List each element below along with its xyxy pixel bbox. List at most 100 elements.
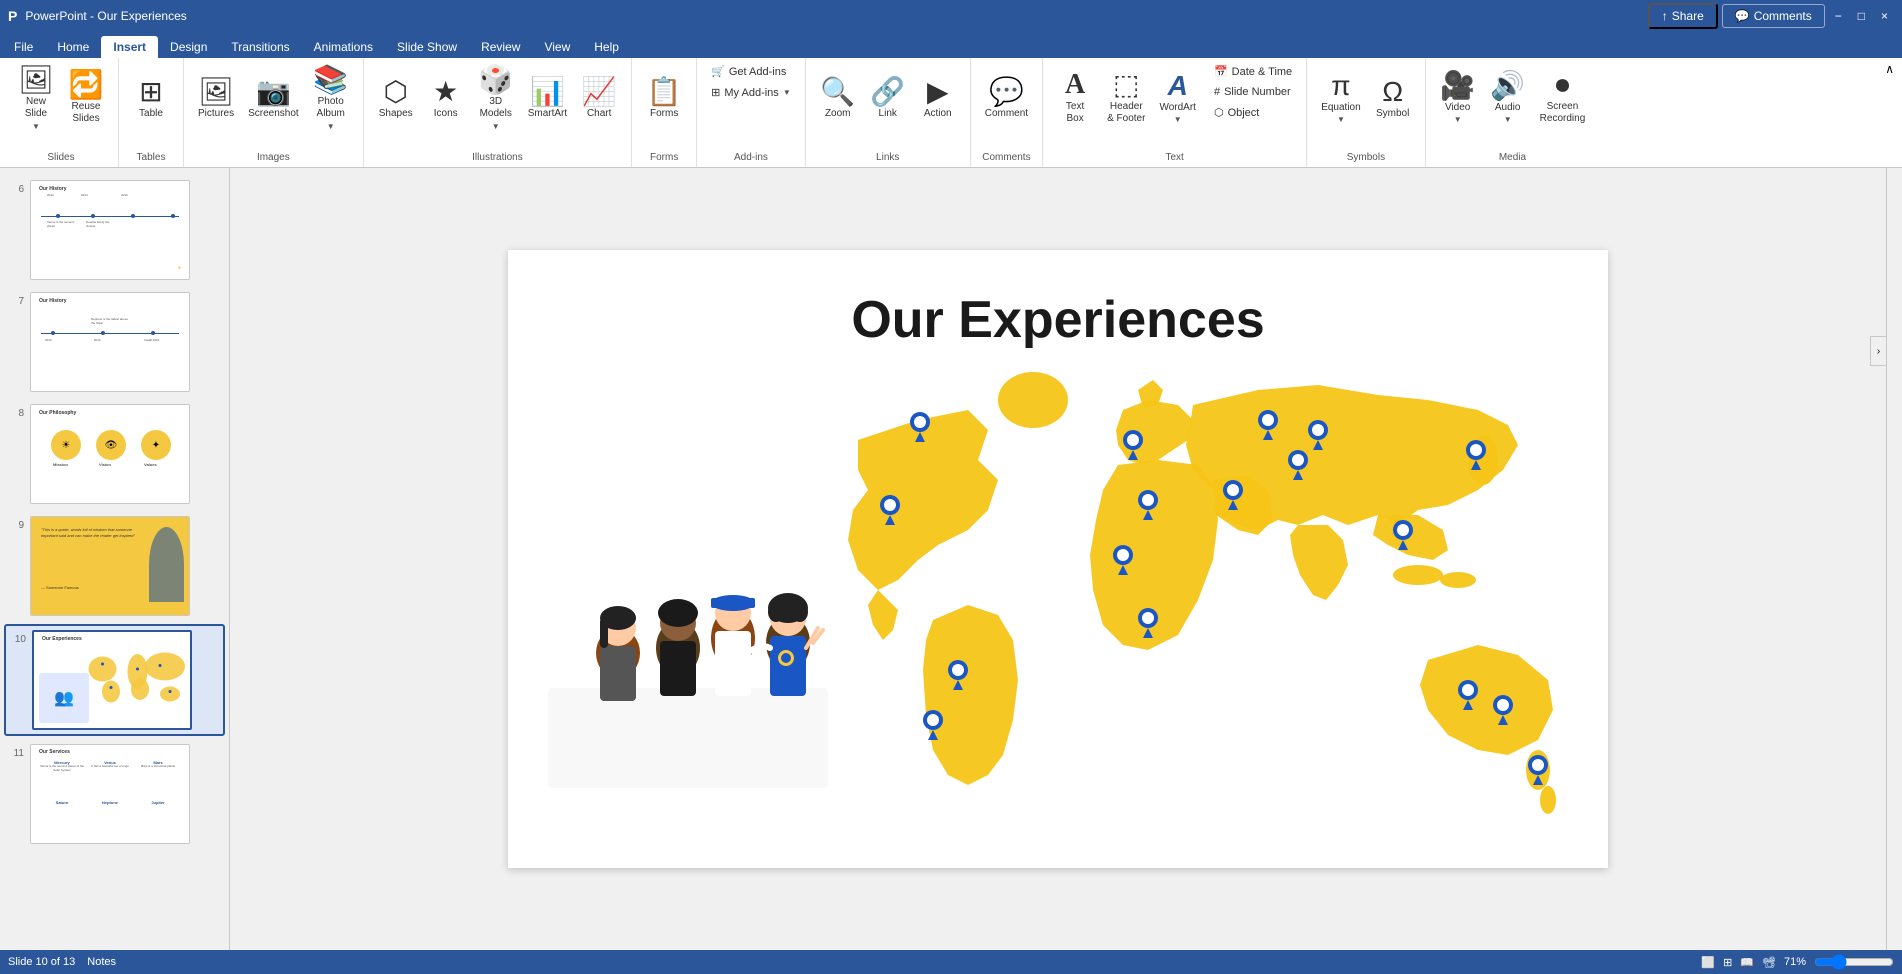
tab-help[interactable]: Help	[582, 36, 631, 58]
forms-button[interactable]: 📋 Forms	[640, 62, 688, 134]
reuse-slides-button[interactable]: 🔁 ReuseSlides	[62, 62, 110, 134]
tables-group-label: Tables	[137, 152, 166, 163]
object-icon: ⬡	[1214, 106, 1224, 119]
close-btn[interactable]: ×	[1875, 9, 1894, 23]
zoom-level: 71%	[1784, 956, 1806, 968]
zoom-button[interactable]: 🔍 Zoom	[814, 62, 862, 134]
panel-collapse-button[interactable]: ›	[1870, 336, 1886, 366]
get-addins-button[interactable]: 🛒 Get Add-ins	[705, 62, 797, 81]
table-button[interactable]: ⊞ Table	[127, 62, 175, 134]
images-group-label: Images	[257, 152, 290, 163]
my-addins-dropdown[interactable]: ▼	[783, 88, 791, 97]
tab-design[interactable]: Design	[158, 36, 219, 58]
smartart-icon: 📊	[530, 78, 565, 106]
comments-button[interactable]: 💬 Comments	[1722, 4, 1825, 28]
link-icon: 🔗	[870, 78, 905, 106]
photo-album-icon: 📚	[313, 66, 348, 94]
my-addins-button[interactable]: ⊞ My Add-ins ▼	[705, 83, 797, 102]
illustrations-group-label: Illustrations	[472, 152, 523, 163]
header-footer-button[interactable]: ⬚ Header& Footer	[1101, 62, 1151, 134]
screen-recording-icon: ⏺	[1555, 71, 1569, 99]
maximize-btn[interactable]: □	[1852, 9, 1871, 23]
view-normal-button[interactable]: ⬜	[1701, 956, 1715, 969]
header-footer-icon: ⬚	[1113, 71, 1139, 99]
tab-review[interactable]: Review	[469, 36, 532, 58]
photo-album-dropdown[interactable]: ▼	[327, 122, 335, 131]
screen-recording-button[interactable]: ⏺ ScreenRecording	[1534, 62, 1592, 134]
view-presenter-button[interactable]: 📽	[1762, 956, 1776, 969]
wordart-icon: A	[1168, 72, 1188, 100]
object-button[interactable]: ⬡ Object	[1208, 103, 1298, 122]
slide-number-button[interactable]: # Slide Number	[1208, 83, 1298, 101]
ribbon-group-images: 🖼 Pictures 📷 Screenshot 📚 PhotoAlbum ▼ I…	[184, 58, 364, 167]
slide-panel: 6 Our History 2012 2014 2016 Venus is th…	[0, 168, 230, 950]
ribbon-tab-bar: File Home Insert Design Transitions Anim…	[0, 32, 1902, 58]
slide-thumb-7[interactable]: 7 Our History 2010 2012 Install 2016 Nep…	[4, 288, 225, 396]
media-group-label: Media	[1499, 152, 1526, 163]
comment-button[interactable]: 💬 Comment	[979, 62, 1034, 134]
tab-view[interactable]: View	[532, 36, 582, 58]
equation-dropdown[interactable]: ▼	[1337, 115, 1345, 124]
ribbon-group-links: 🔍 Zoom 🔗 Link ▶ Action Links	[806, 58, 971, 167]
equation-button[interactable]: π Equation ▼	[1315, 62, 1366, 134]
screenshot-button[interactable]: 📷 Screenshot	[242, 62, 305, 134]
ribbon-collapse-button[interactable]: ∧	[1881, 58, 1898, 167]
new-slide-button[interactable]: 🖼 NewSlide ▼	[12, 62, 60, 134]
status-bar: Slide 10 of 13 Notes ⬜ ⊞ 📖 📽 71%	[0, 950, 1902, 974]
ribbon-group-comments: 💬 Comment Comments	[971, 58, 1043, 167]
3d-models-button[interactable]: 🎲 3DModels ▼	[472, 62, 520, 134]
smartart-button[interactable]: 📊 SmartArt	[522, 62, 573, 134]
link-button[interactable]: 🔗 Link	[864, 62, 912, 134]
photo-album-button[interactable]: 📚 PhotoAlbum ▼	[307, 62, 355, 134]
icons-button[interactable]: ★ Icons	[422, 62, 470, 134]
action-icon: ▶	[927, 78, 949, 106]
shapes-button[interactable]: ⬡ Shapes	[372, 62, 420, 134]
symbol-button[interactable]: Ω Symbol	[1369, 62, 1417, 134]
video-icon: 🎥	[1440, 72, 1475, 100]
tab-insert[interactable]: Insert	[101, 36, 158, 58]
addins-group-label: Add-ins	[734, 152, 768, 163]
tab-slideshow[interactable]: Slide Show	[385, 36, 469, 58]
pictures-icon: 🖼	[198, 78, 234, 106]
my-addins-icon: ⊞	[711, 86, 720, 99]
video-dropdown[interactable]: ▼	[1454, 115, 1462, 124]
zoom-slider[interactable]	[1814, 954, 1894, 970]
slide-preview-6: Our History 2012 2014 2016 Venus is the …	[30, 180, 190, 280]
slide-thumb-10[interactable]: 10 Our Experiences	[4, 624, 225, 736]
tab-home[interactable]: Home	[45, 36, 101, 58]
view-reading-button[interactable]: 📖	[1740, 956, 1754, 969]
video-button[interactable]: 🎥 Video ▼	[1434, 62, 1482, 134]
view-sorter-button[interactable]: ⊞	[1723, 956, 1732, 969]
slide-thumb-9[interactable]: 9 "This is a quote, words full of wisdom…	[4, 512, 225, 620]
chart-button[interactable]: 📈 Chart	[575, 62, 623, 134]
notes-button[interactable]: Notes	[87, 956, 116, 968]
action-button[interactable]: ▶ Action	[914, 62, 962, 134]
slide-thumb-8[interactable]: 8 Our Philosophy ☀ 👁 ✦ Mission Vision Va…	[4, 400, 225, 508]
slide-thumb-11[interactable]: 11 Our Services Mercury Venus is the sec…	[4, 740, 225, 848]
tab-transitions[interactable]: Transitions	[219, 36, 301, 58]
audio-button[interactable]: 🔊 Audio ▼	[1484, 62, 1532, 134]
slide-canvas[interactable]: Our Experiences	[508, 250, 1608, 868]
text-box-button[interactable]: A TextBox	[1051, 62, 1099, 134]
slide-preview-11: Our Services Mercury Venus is the second…	[30, 744, 190, 844]
symbol-icon: Ω	[1382, 78, 1403, 106]
slide-thumb-6[interactable]: 6 Our History 2012 2014 2016 Venus is th…	[4, 176, 225, 284]
share-button[interactable]: ↑ Share	[1648, 3, 1718, 29]
new-slide-dropdown[interactable]: ▼	[32, 122, 40, 131]
tab-animations[interactable]: Animations	[302, 36, 385, 58]
get-addins-icon: 🛒	[711, 65, 725, 78]
canvas-area: Our Experiences	[230, 168, 1886, 950]
tab-file[interactable]: File	[2, 36, 45, 58]
ribbon-group-symbols: π Equation ▼ Ω Symbol Symbols	[1307, 58, 1425, 167]
characters-illustration	[548, 558, 838, 788]
date-time-icon: 📅	[1214, 65, 1228, 78]
ribbon-group-addins: 🛒 Get Add-ins ⊞ My Add-ins ▼ Add-ins	[697, 58, 806, 167]
symbols-group-label: Symbols	[1347, 152, 1385, 163]
date-time-button[interactable]: 📅 Date & Time	[1208, 62, 1298, 81]
3d-models-dropdown[interactable]: ▼	[492, 122, 500, 131]
pictures-button[interactable]: 🖼 Pictures	[192, 62, 240, 134]
wordart-dropdown[interactable]: ▼	[1174, 115, 1182, 124]
wordart-button[interactable]: A WordArt ▼	[1153, 62, 1202, 134]
audio-dropdown[interactable]: ▼	[1504, 115, 1512, 124]
minimize-btn[interactable]: −	[1829, 9, 1848, 23]
